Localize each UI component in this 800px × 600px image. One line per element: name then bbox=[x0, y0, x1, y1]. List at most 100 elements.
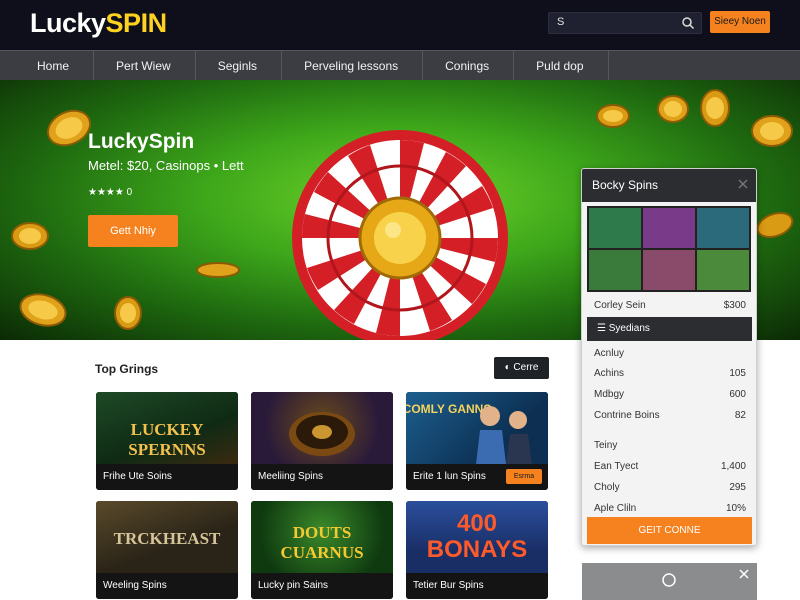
header: LuckySPIN S Sieey Noen bbox=[0, 0, 800, 50]
character-icon bbox=[476, 406, 532, 464]
panel-row-label: Ean Tyect bbox=[594, 461, 639, 472]
coin-icon bbox=[756, 211, 794, 239]
close-icon[interactable] bbox=[739, 569, 749, 579]
panel-row: Acnluy bbox=[594, 348, 746, 359]
logo[interactable]: LuckySPIN bbox=[30, 6, 167, 40]
thumb-tile bbox=[589, 208, 641, 248]
hero-cta-button[interactable]: Gett Nhiy bbox=[88, 215, 178, 247]
panel-row-label: Acnluy bbox=[594, 348, 625, 359]
panel-row: Teiny bbox=[594, 440, 746, 451]
thumb-tile bbox=[697, 250, 749, 290]
hero-rating: ★★★★ 0 bbox=[88, 187, 133, 198]
nav-item-4[interactable]: Perveling lessons bbox=[282, 51, 424, 81]
game-art: DOUTS CUARNUS bbox=[251, 501, 393, 573]
game-card[interactable]: TRCKHEAST Weeling Spins bbox=[96, 501, 238, 599]
game-art-text: TRCKHEAST bbox=[113, 529, 221, 548]
game-art-text: DOUTS CUARNUS bbox=[280, 523, 364, 562]
panel-cta-button[interactable]: GEIT CONNE bbox=[587, 517, 752, 544]
footer-bar bbox=[582, 563, 757, 600]
coin-icon bbox=[114, 296, 142, 330]
main-nav: Home Pert Wiew Seginls Perveling lessons… bbox=[0, 50, 800, 81]
panel-row: Ean Tyect 1,400 bbox=[594, 461, 746, 472]
coin-icon bbox=[657, 95, 689, 123]
panel-section-title: Syedians bbox=[608, 323, 650, 334]
game-card[interactable]: DOUTS CUARNUS Lucky pin Sains bbox=[251, 501, 393, 599]
coin-icon bbox=[596, 104, 630, 128]
coin-icon bbox=[700, 89, 730, 127]
panel-row-label: Corley Sein bbox=[594, 300, 646, 311]
thumb-tile bbox=[589, 250, 641, 290]
game-art: LUCKEY SPERNNS bbox=[96, 392, 238, 464]
logo-text-spin: SPIN bbox=[105, 8, 168, 38]
panel-row-label: Mdbgy bbox=[594, 389, 625, 400]
nav-item-home[interactable]: Home bbox=[15, 51, 95, 81]
panel-screenshot bbox=[587, 206, 751, 292]
panel-row-value: 1,400 bbox=[720, 461, 746, 472]
panel-row: Choly 295 bbox=[594, 482, 746, 493]
game-art: 400 BONAYS bbox=[406, 501, 548, 573]
nav-item-5[interactable]: Conings bbox=[423, 51, 515, 81]
game-title: Lucky pin Sains bbox=[251, 573, 393, 599]
panel-row-label: Teiny bbox=[594, 440, 618, 451]
search-input[interactable]: S bbox=[548, 12, 702, 34]
signup-button[interactable]: Sieey Noen bbox=[710, 11, 770, 33]
section-heading: Top Grings bbox=[95, 362, 159, 376]
filter-button[interactable]: ◐ Cerre bbox=[494, 357, 549, 379]
thumb-tile bbox=[643, 250, 695, 290]
panel-row-label: Contrine Boins bbox=[594, 410, 660, 421]
game-art: COMLY GANNS bbox=[406, 392, 548, 464]
game-art: TRCKHEAST bbox=[96, 501, 238, 573]
game-title: Tetier Bur Spins bbox=[406, 573, 548, 599]
panel-price-row: Corley Sein $300 bbox=[594, 300, 746, 311]
game-card[interactable]: COMLY GANNS Erite 1 lun Spins Esrma bbox=[406, 392, 548, 490]
panel-row-label: Choly bbox=[594, 482, 620, 493]
panel-section-header: ☰ Syedians bbox=[587, 317, 752, 341]
panel-row-value: 295 bbox=[729, 482, 746, 493]
panel-row-value: 105 bbox=[729, 368, 746, 379]
panel-row: Contrine Boins 82 bbox=[594, 410, 746, 421]
game-art-text: LUCKEY SPERNNS bbox=[128, 420, 206, 459]
nav-item-6[interactable]: Puld dop bbox=[514, 51, 609, 81]
panel-row-value: $300 bbox=[723, 300, 746, 311]
page: LuckySPIN S Sieey Noen Home Pert Wiew Se… bbox=[0, 0, 800, 600]
thumb-tile bbox=[643, 208, 695, 248]
game-title: Meeliing Spins bbox=[251, 464, 393, 490]
filter-button-label: Cerre bbox=[513, 362, 539, 373]
hero-title: LuckySpin bbox=[88, 130, 195, 153]
game-title: Frihe Ute Soins bbox=[96, 464, 238, 490]
coin-icon bbox=[11, 222, 49, 250]
close-icon[interactable] bbox=[738, 179, 748, 189]
search-icon[interactable] bbox=[681, 16, 695, 30]
panel-row-value: 10% bbox=[725, 503, 746, 514]
game-card[interactable]: Meeliing Spins bbox=[251, 392, 393, 490]
game-art-text: 400 BONAYS bbox=[426, 510, 528, 563]
game-card[interactable]: 400 BONAYS Tetier Bur Spins bbox=[406, 501, 548, 599]
side-panel: Bocky Spins Corley Sein $300 ☰ Syedians … bbox=[581, 168, 757, 546]
thumb-tile bbox=[697, 208, 749, 248]
nav-item-3[interactable]: Seginls bbox=[196, 51, 283, 81]
panel-title: Bocky Spins bbox=[582, 169, 756, 202]
coin-icon bbox=[751, 115, 793, 147]
coin-icon bbox=[46, 109, 92, 147]
spin-wheel[interactable] bbox=[290, 128, 510, 340]
nav-item-2[interactable]: Pert Wiew bbox=[94, 51, 196, 81]
game-title: Weeling Spins bbox=[96, 573, 238, 599]
list-icon: ☰ bbox=[597, 323, 609, 334]
game-tag-button[interactable]: Esrma bbox=[506, 469, 542, 484]
hero-subtitle: Metel: $20, Casinops • Lett bbox=[88, 158, 244, 173]
logo-text-lucky: Lucky bbox=[30, 8, 106, 38]
panel-row-value: 82 bbox=[734, 410, 746, 421]
panel-row-label: Aple Cliln bbox=[594, 503, 637, 514]
panel-row-label: Achins bbox=[594, 368, 625, 379]
game-art bbox=[251, 392, 393, 464]
coin-icon bbox=[19, 293, 67, 327]
refresh-icon[interactable] bbox=[660, 571, 678, 589]
panel-row: Aple Cliln 10% bbox=[594, 503, 746, 514]
panel-row: Mdbgy 600 bbox=[594, 389, 746, 400]
panel-row: Achins 105 bbox=[594, 368, 746, 379]
coin-icon bbox=[196, 262, 240, 278]
panel-row-value: 600 bbox=[729, 389, 746, 400]
roulette-icon bbox=[289, 412, 355, 456]
search-input-value: S bbox=[557, 16, 565, 28]
game-card[interactable]: LUCKEY SPERNNS Frihe Ute Soins bbox=[96, 392, 238, 490]
